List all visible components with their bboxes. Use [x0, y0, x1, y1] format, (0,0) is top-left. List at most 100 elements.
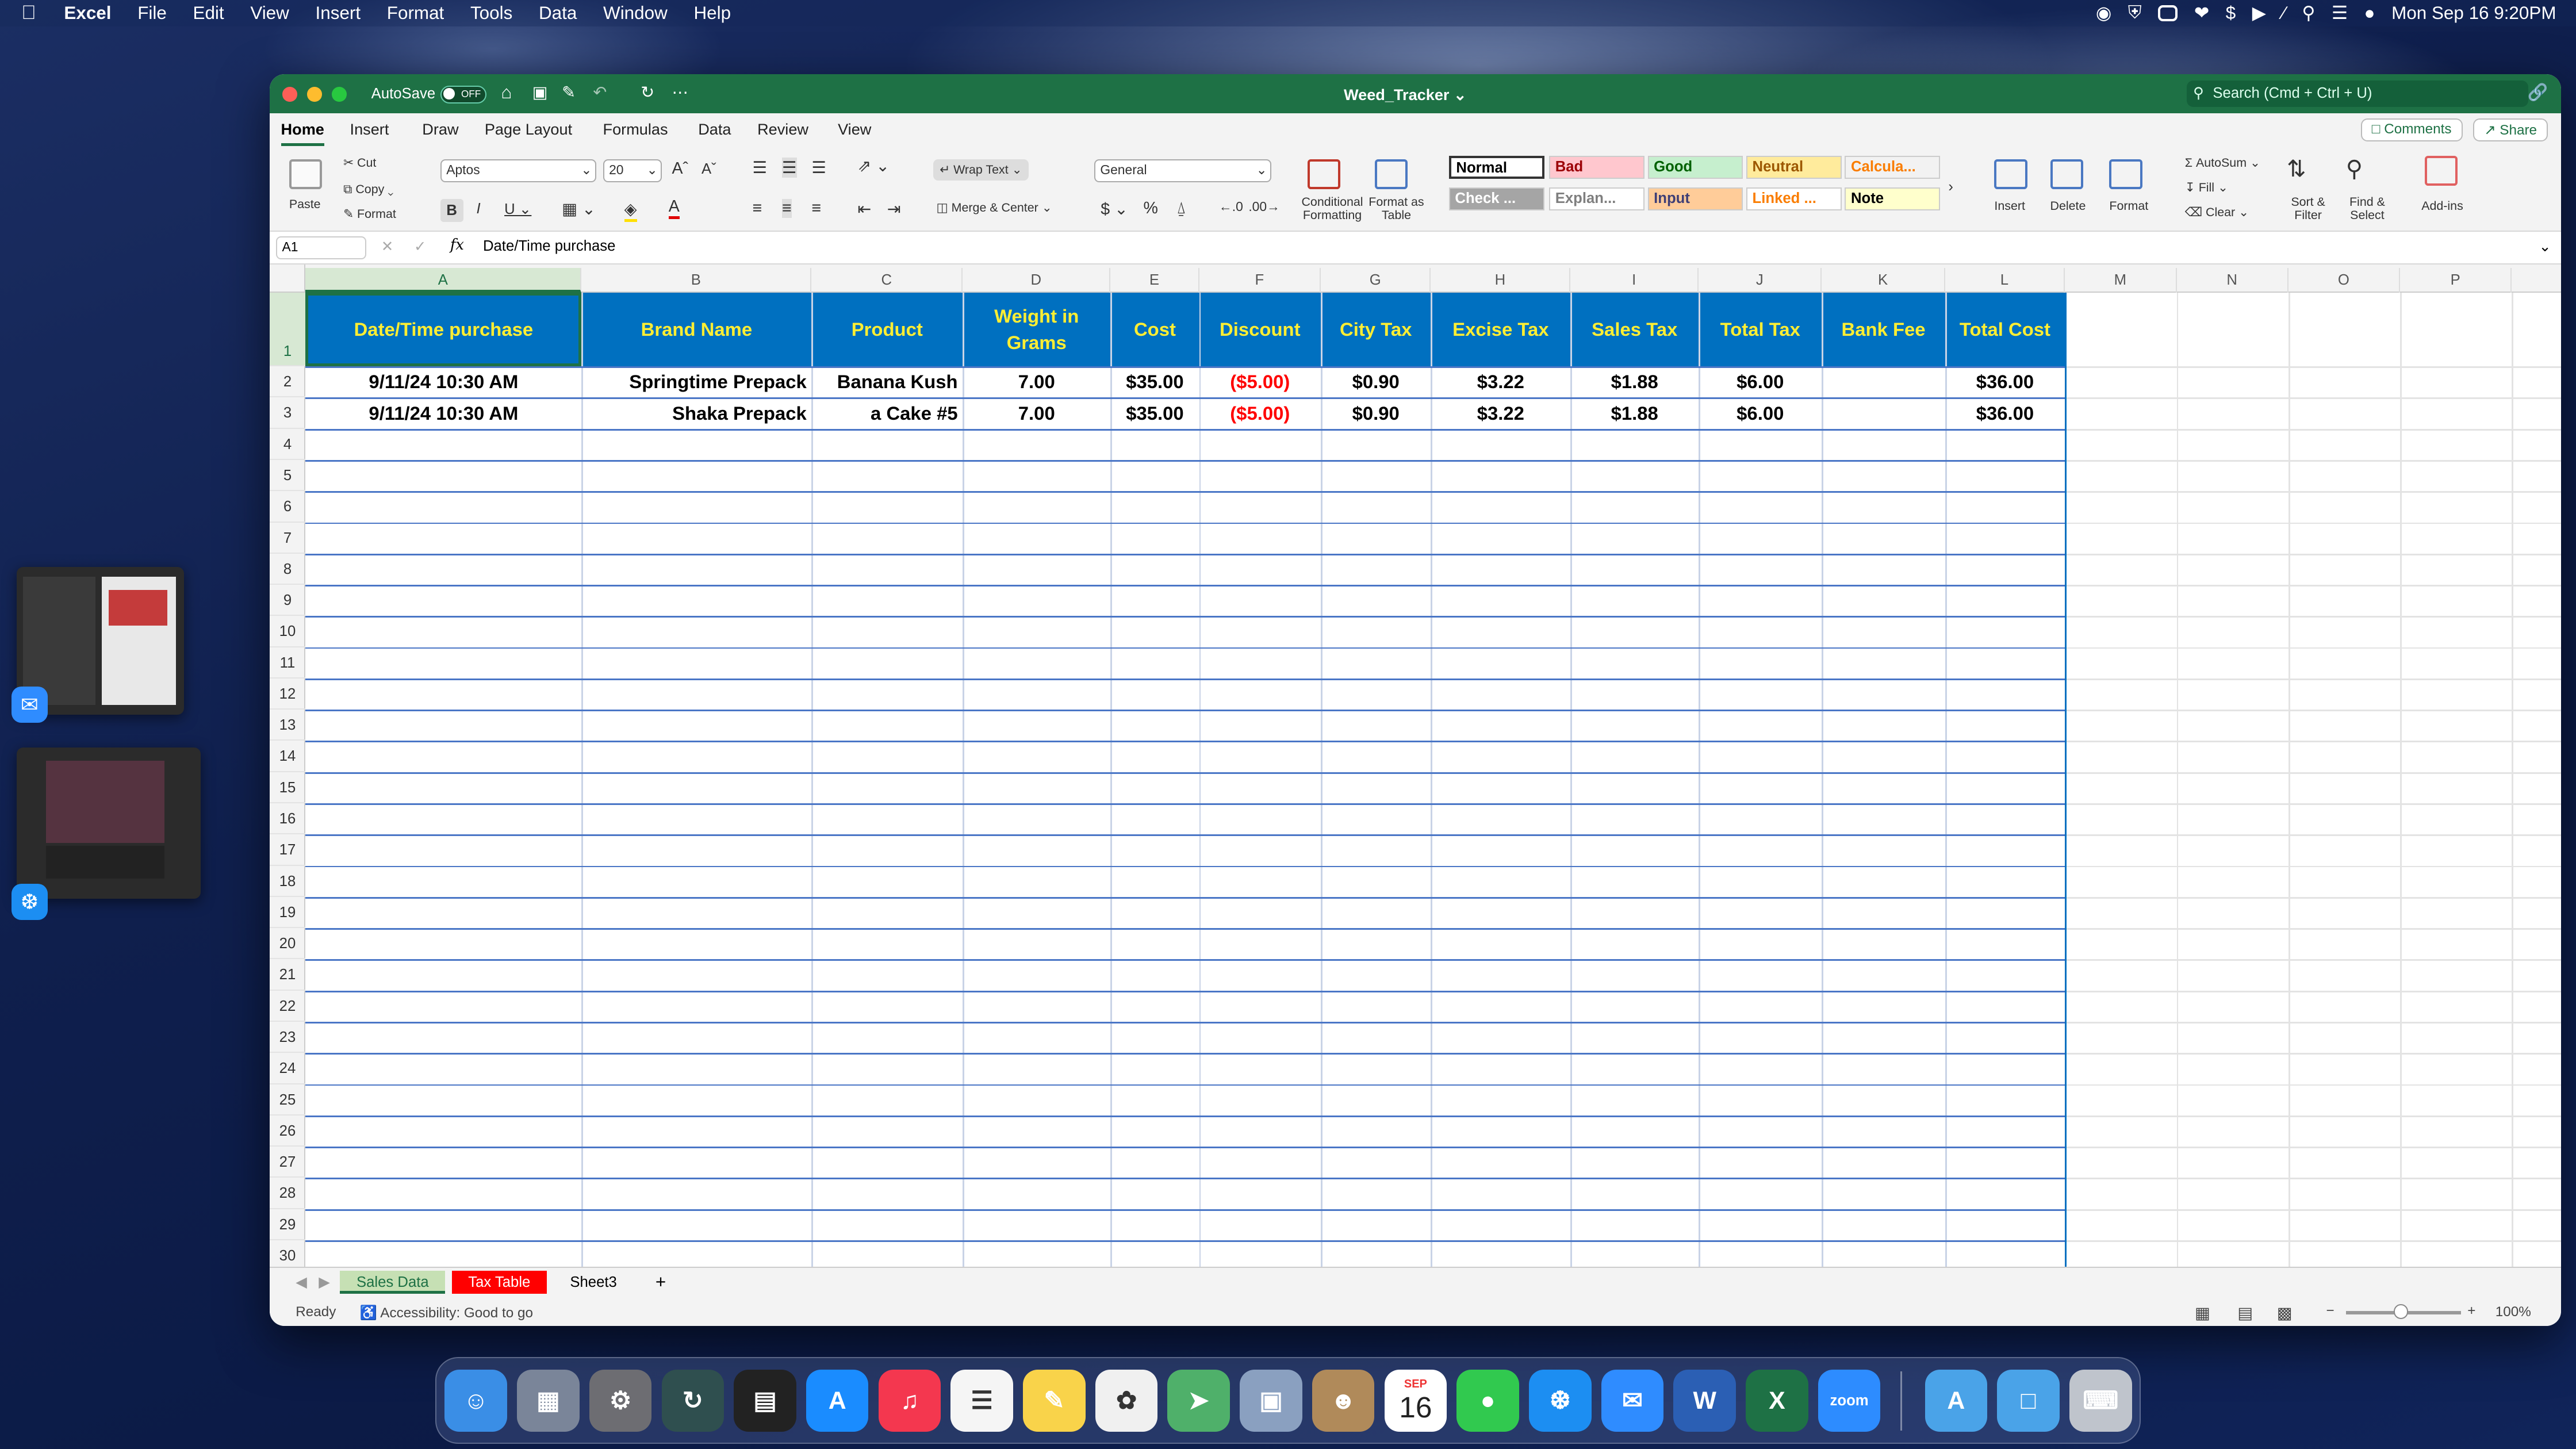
- table-header-c[interactable]: Product: [811, 293, 963, 367]
- column-header-f[interactable]: F: [1199, 267, 1321, 293]
- column-header-h[interactable]: H: [1431, 267, 1571, 293]
- menubar-clock[interactable]: Mon Sep 16 9:20PM: [2391, 3, 2556, 24]
- row-header-10[interactable]: 10: [269, 616, 306, 647]
- tab-page-layout[interactable]: Page Layout: [485, 120, 572, 139]
- add-sheet-button[interactable]: +: [639, 1271, 682, 1294]
- system-settings-icon[interactable]: ⚙: [589, 1369, 652, 1432]
- row-header-21[interactable]: 21: [269, 959, 306, 991]
- column-header-g[interactable]: G: [1321, 267, 1431, 293]
- tab-view[interactable]: View: [838, 120, 871, 139]
- table-header-g[interactable]: City Tax: [1321, 293, 1431, 367]
- accessibility-status[interactable]: ♿ Accessibility: Good to go: [360, 1304, 533, 1321]
- table-cell[interactable]: $6.00: [1699, 366, 1822, 397]
- font-size-select[interactable]: 20 ⌄: [603, 159, 662, 183]
- tab-home[interactable]: Home: [281, 120, 325, 147]
- status-menu-icon[interactable]: ◉: [2096, 3, 2111, 24]
- photos-icon[interactable]: ✿: [1095, 1369, 1158, 1432]
- spreadsheet-grid[interactable]: A B C D E F G H I J K L M N O P 1 2 3 4 5 6 7 8 9 10 11 12 13 14 15 16 1…: [269, 264, 2562, 1267]
- paste-icon[interactable]: [289, 159, 322, 189]
- align-top-icon[interactable]: ☰: [753, 158, 768, 178]
- tab-data[interactable]: Data: [698, 120, 731, 139]
- borders-icon[interactable]: ▦ ⌄: [562, 199, 596, 219]
- row-header-25[interactable]: 25: [269, 1084, 306, 1116]
- table-header-e[interactable]: Cost: [1110, 293, 1199, 367]
- gallery-next-icon[interactable]: ›: [1948, 179, 1953, 195]
- column-header-o[interactable]: O: [2288, 267, 2401, 293]
- format-painter-button[interactable]: ✎ Format: [343, 207, 396, 221]
- save-as-icon[interactable]: ✎: [562, 82, 576, 102]
- table-header-f[interactable]: Discount: [1199, 293, 1321, 367]
- column-header-k[interactable]: K: [1822, 267, 1945, 293]
- table-header-k[interactable]: Bank Fee: [1822, 293, 1945, 367]
- share-link-icon[interactable]: 🔗: [2528, 82, 2548, 102]
- cell-style-check[interactable]: Check ...: [1448, 187, 1544, 210]
- fill-color-icon[interactable]: ◈: [624, 199, 637, 222]
- menu-window[interactable]: Window: [603, 3, 668, 24]
- menu-file[interactable]: File: [137, 3, 167, 24]
- format-as-table-icon[interactable]: [1375, 159, 1408, 189]
- cell-style-neutral[interactable]: Neutral: [1746, 156, 1842, 179]
- row-header-13[interactable]: 13: [269, 710, 306, 741]
- table-cell[interactable]: $3.22: [1431, 397, 1570, 428]
- close-window-button[interactable]: [282, 87, 298, 102]
- select-all-corner[interactable]: [270, 264, 306, 293]
- table-cell[interactable]: $1.88: [1570, 397, 1699, 428]
- normal-view-icon[interactable]: ▦: [2195, 1303, 2210, 1323]
- conditional-formatting-label[interactable]: Conditional Formatting: [1298, 195, 1367, 222]
- cell-style-input[interactable]: Input: [1647, 187, 1743, 210]
- align-left-icon[interactable]: ≡: [753, 199, 762, 218]
- column-header-d[interactable]: D: [963, 267, 1111, 293]
- launchpad-icon[interactable]: ▦: [517, 1369, 580, 1432]
- paste-label[interactable]: Paste: [289, 197, 321, 212]
- table-cell[interactable]: $6.00: [1699, 397, 1822, 428]
- table-cell[interactable]: $0.90: [1321, 366, 1431, 397]
- cell-style-bad[interactable]: Bad: [1549, 156, 1644, 179]
- font-color-icon[interactable]: A: [668, 197, 680, 219]
- app-store-icon[interactable]: A: [806, 1369, 869, 1432]
- menu-view[interactable]: View: [250, 3, 289, 24]
- zoom-out-button[interactable]: −: [2326, 1303, 2334, 1319]
- wrap-text-button[interactable]: ↵ Wrap Text ⌄: [933, 159, 1029, 181]
- sheet-tab-sales-data[interactable]: Sales Data: [340, 1271, 446, 1294]
- table-cell[interactable]: Shaka Prepack: [581, 397, 811, 428]
- table-header-l[interactable]: Total Cost: [1945, 293, 2065, 367]
- trash-icon[interactable]: ⌨: [2069, 1369, 2132, 1432]
- shield-status-icon[interactable]: ⛨: [2128, 2, 2142, 24]
- decrease-font-icon[interactable]: Aˇ: [702, 161, 716, 178]
- row-header-15[interactable]: 15: [269, 772, 306, 804]
- table-header-j[interactable]: Total Tax: [1699, 293, 1822, 367]
- delete-cells-label[interactable]: Delete: [2050, 199, 2086, 213]
- menu-app-name[interactable]: Excel: [64, 3, 111, 24]
- tab-insert[interactable]: Insert: [350, 120, 389, 139]
- increase-decimal-icon[interactable]: ←.0: [1219, 199, 1243, 214]
- redo-icon[interactable]: ↻: [641, 82, 654, 102]
- table-cell[interactable]: Banana Kush: [811, 366, 963, 397]
- row-header-28[interactable]: 28: [269, 1178, 306, 1209]
- delete-cells-icon[interactable]: [2050, 159, 2083, 189]
- find-select-icon[interactable]: ⚲: [2346, 156, 2363, 182]
- row-header-5[interactable]: 5: [269, 460, 306, 492]
- finder-icon[interactable]: ☺: [444, 1369, 507, 1432]
- more-icon[interactable]: ⋯: [672, 82, 689, 102]
- cell-style-explan[interactable]: Explan...: [1549, 187, 1644, 210]
- page-layout-view-icon[interactable]: ▤: [2237, 1303, 2253, 1323]
- table-cell[interactable]: Springtime Prepack: [581, 366, 811, 397]
- cell-style-linked[interactable]: Linked ...: [1746, 187, 1842, 210]
- table-cell[interactable]: $35.00: [1110, 366, 1199, 397]
- comma-style-icon[interactable]: ⍙: [1176, 199, 1186, 218]
- increase-font-icon[interactable]: Aˆ: [672, 159, 689, 178]
- column-header-j[interactable]: J: [1699, 267, 1822, 293]
- menu-tools[interactable]: Tools: [470, 3, 512, 24]
- clear-button[interactable]: ⌫ Clear ⌄: [2185, 205, 2249, 220]
- row-header-22[interactable]: 22: [269, 991, 306, 1022]
- zoom-slider-handle[interactable]: [2393, 1304, 2409, 1320]
- menu-help[interactable]: Help: [693, 3, 731, 24]
- contacts-icon[interactable]: ☻: [1312, 1369, 1375, 1432]
- display-status-icon[interactable]: [2158, 5, 2178, 22]
- row-header-16[interactable]: 16: [269, 803, 306, 835]
- cell-style-calcula[interactable]: Calcula...: [1845, 156, 1941, 179]
- notes-icon[interactable]: ✎: [1023, 1369, 1086, 1432]
- row-header-27[interactable]: 27: [269, 1147, 306, 1178]
- apple-menu-icon[interactable]: : [21, 2, 44, 24]
- tab-draw[interactable]: Draw: [422, 120, 458, 139]
